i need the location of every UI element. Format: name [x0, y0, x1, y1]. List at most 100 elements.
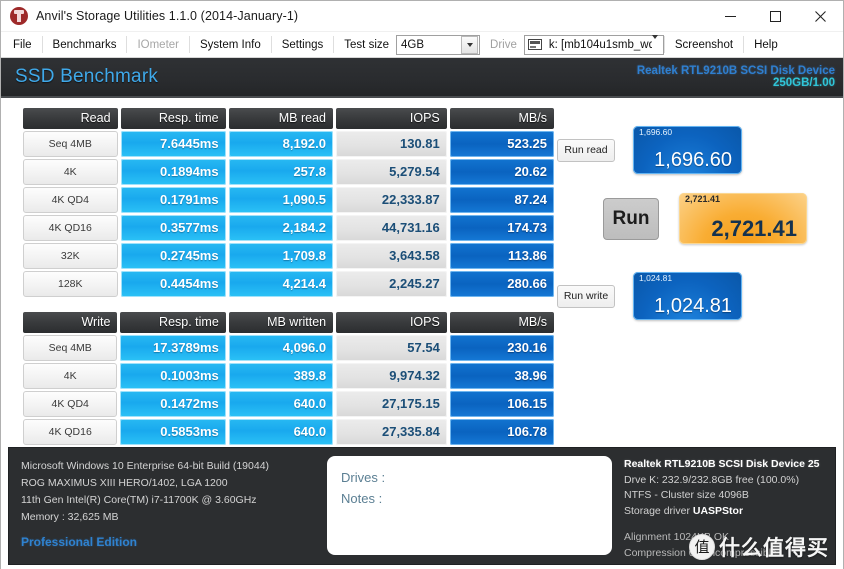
row-label: 4K QD16	[23, 419, 118, 445]
test-size-select[interactable]: 4GB	[396, 34, 481, 55]
cell-mb: 1,090.5	[228, 187, 333, 213]
drive-device-name: Realtek RTL9210B SCSI Disk Device 25	[624, 458, 820, 470]
run-read-button[interactable]: Run read	[557, 138, 615, 162]
drives-label: Drives :	[341, 470, 386, 485]
cell-mb: 1,709.8	[228, 243, 333, 269]
test-size-value: 4GB	[401, 38, 425, 51]
system-memory: Memory : 32,625 MB	[21, 511, 119, 523]
device-info: Realtek RTL9210B SCSI Disk Device 250GB/…	[637, 65, 835, 89]
header-read-resp: Resp. time	[120, 108, 226, 129]
write-score-value: 1,024.81	[654, 295, 732, 317]
header-read-mbs: MB/s	[449, 108, 554, 129]
maximize-button[interactable]	[753, 1, 798, 32]
drive-info: Realtek RTL9210B SCSI Disk Device 25 Drv…	[612, 455, 835, 564]
write-score-group: Run write 1,024.81 1,024.81	[557, 272, 742, 320]
total-score-mini: 2,721.41	[685, 194, 721, 204]
cell-resp: 0.1791ms	[120, 187, 226, 213]
drive-compression: Compression 0% incompressible	[624, 546, 777, 559]
system-os: Microsoft Windows 10 Enterprise 64-bit B…	[21, 460, 270, 472]
menu-screenshot[interactable]: Screenshot	[665, 32, 743, 58]
cell-iops: 27,335.84	[336, 419, 447, 445]
minimize-button[interactable]	[708, 1, 753, 32]
menu-help[interactable]: Help	[744, 32, 788, 58]
system-info: Microsoft Windows 10 Enterprise 64-bit B…	[9, 455, 327, 564]
cell-mbs: 174.73	[449, 215, 554, 241]
anvil-icon	[10, 7, 28, 25]
cell-iops: 57.54	[336, 335, 447, 361]
header-write-mbs: MB/s	[449, 312, 554, 333]
menu-bar: File Benchmarks IOmeter System Info Sett…	[1, 32, 843, 58]
row-label: Seq 4MB	[23, 131, 118, 157]
table-row: Seq 4MB 17.3789ms 4,096.0 57.54 230.16	[23, 335, 554, 361]
cell-resp: 17.3789ms	[120, 335, 226, 361]
cell-resp: 0.1894ms	[120, 159, 226, 185]
drive-select[interactable]: k: [mb104u1smb_wd:	[523, 34, 664, 55]
cell-mbs: 113.86	[449, 243, 554, 269]
row-label: 4K	[23, 159, 118, 185]
header-write-iops: IOPS	[336, 312, 447, 333]
notes-label: Notes :	[341, 491, 383, 506]
menu-system-info[interactable]: System Info	[190, 32, 271, 58]
run-button[interactable]: Run	[603, 197, 659, 240]
cell-mbs: 523.25	[449, 131, 554, 157]
total-score-box: 2,721.41 2,721.41	[679, 193, 807, 244]
benchmark-header: SSD Benchmark Realtek RTL9210B SCSI Disk…	[1, 58, 843, 98]
table-row: 4K 0.1894ms 257.8 5,279.54 20.62	[23, 159, 554, 185]
drive-value: k: [mb104u1smb_wd:	[548, 38, 652, 51]
cell-iops: 27,175.15	[336, 391, 447, 417]
menu-file[interactable]: File	[3, 32, 42, 58]
cell-resp: 7.6445ms	[120, 131, 226, 157]
cell-iops: 9,974.32	[336, 363, 447, 389]
table-row: Seq 4MB 7.6445ms 8,192.0 130.81 523.25	[23, 131, 554, 157]
cell-mbs: 280.66	[449, 271, 554, 297]
cell-iops: 22,333.87	[335, 187, 447, 213]
footer-wrapper: Microsoft Windows 10 Enterprise 64-bit B…	[1, 447, 843, 569]
drive-free-space: Drve K: 232.9/232.8GB free (100.0%)	[624, 473, 800, 486]
cell-mb: 389.8	[228, 363, 334, 389]
drive-filesystem: NTFS - Cluster size 4096B	[624, 489, 749, 501]
storage-driver-label: Storage driver	[624, 504, 690, 517]
cell-mbs: 106.78	[449, 419, 554, 445]
device-name: Realtek RTL9210B SCSI Disk Device	[636, 64, 835, 77]
table-row: 4K QD4 0.1791ms 1,090.5 22,333.87 87.24	[23, 187, 554, 213]
header-write-resp: Resp. time	[120, 312, 226, 333]
cell-mbs: 38.96	[449, 363, 554, 389]
chevron-down-icon[interactable]	[461, 35, 479, 54]
close-button[interactable]	[798, 1, 843, 32]
total-score-value: 2,721.41	[711, 216, 797, 241]
status-footer: Microsoft Windows 10 Enterprise 64-bit B…	[8, 447, 836, 565]
chevron-down-icon[interactable]	[651, 34, 658, 51]
header-read: Read	[23, 108, 118, 129]
menu-benchmarks[interactable]: Benchmarks	[43, 32, 127, 58]
menu-settings[interactable]: Settings	[272, 32, 334, 58]
notes-panel[interactable]: Drives : Notes :	[327, 456, 612, 555]
results-tables: Read Resp. time MB read IOPS MB/s Seq 4M…	[1, 106, 557, 447]
benchmark-body: Read Resp. time MB read IOPS MB/s Seq 4M…	[1, 98, 843, 447]
run-write-button[interactable]: Run write	[557, 284, 615, 308]
edition-label: Professional Edition	[21, 535, 138, 549]
window-title: Anvil's Storage Utilities 1.1.0 (2014-Ja…	[36, 9, 299, 23]
read-score-mini: 1,696.60	[639, 127, 673, 137]
header-read-iops: IOPS	[335, 108, 447, 129]
table-row: 32K 0.2745ms 1,709.8 3,643.58 113.86	[23, 243, 554, 269]
header-write: Write	[23, 312, 118, 333]
read-score-value: 1,696.60	[654, 149, 732, 171]
drive-label: Drive	[490, 38, 517, 51]
cell-mb: 4,214.4	[228, 271, 333, 297]
cell-mbs: 20.62	[449, 159, 554, 185]
system-cpu: 11th Gen Intel(R) Core(TM) i7-11700K @ 3…	[21, 494, 257, 506]
cell-resp: 0.2745ms	[120, 243, 226, 269]
cell-mb: 640.0	[228, 419, 334, 445]
cell-iops: 5,279.54	[335, 159, 447, 185]
cell-mb: 8,192.0	[228, 131, 333, 157]
drive-storage-driver: Storage driver UASPStor	[624, 504, 831, 520]
drive-icon	[527, 39, 542, 50]
window-controls	[708, 1, 843, 32]
cell-resp: 0.1003ms	[120, 363, 226, 389]
cell-iops: 44,731.16	[335, 215, 447, 241]
cell-mb: 640.0	[228, 391, 334, 417]
row-label: 128K	[23, 271, 118, 297]
table-header-row: Read Resp. time MB read IOPS MB/s	[23, 108, 554, 129]
page-title: SSD Benchmark	[15, 66, 159, 87]
cell-resp: 0.3577ms	[120, 215, 226, 241]
